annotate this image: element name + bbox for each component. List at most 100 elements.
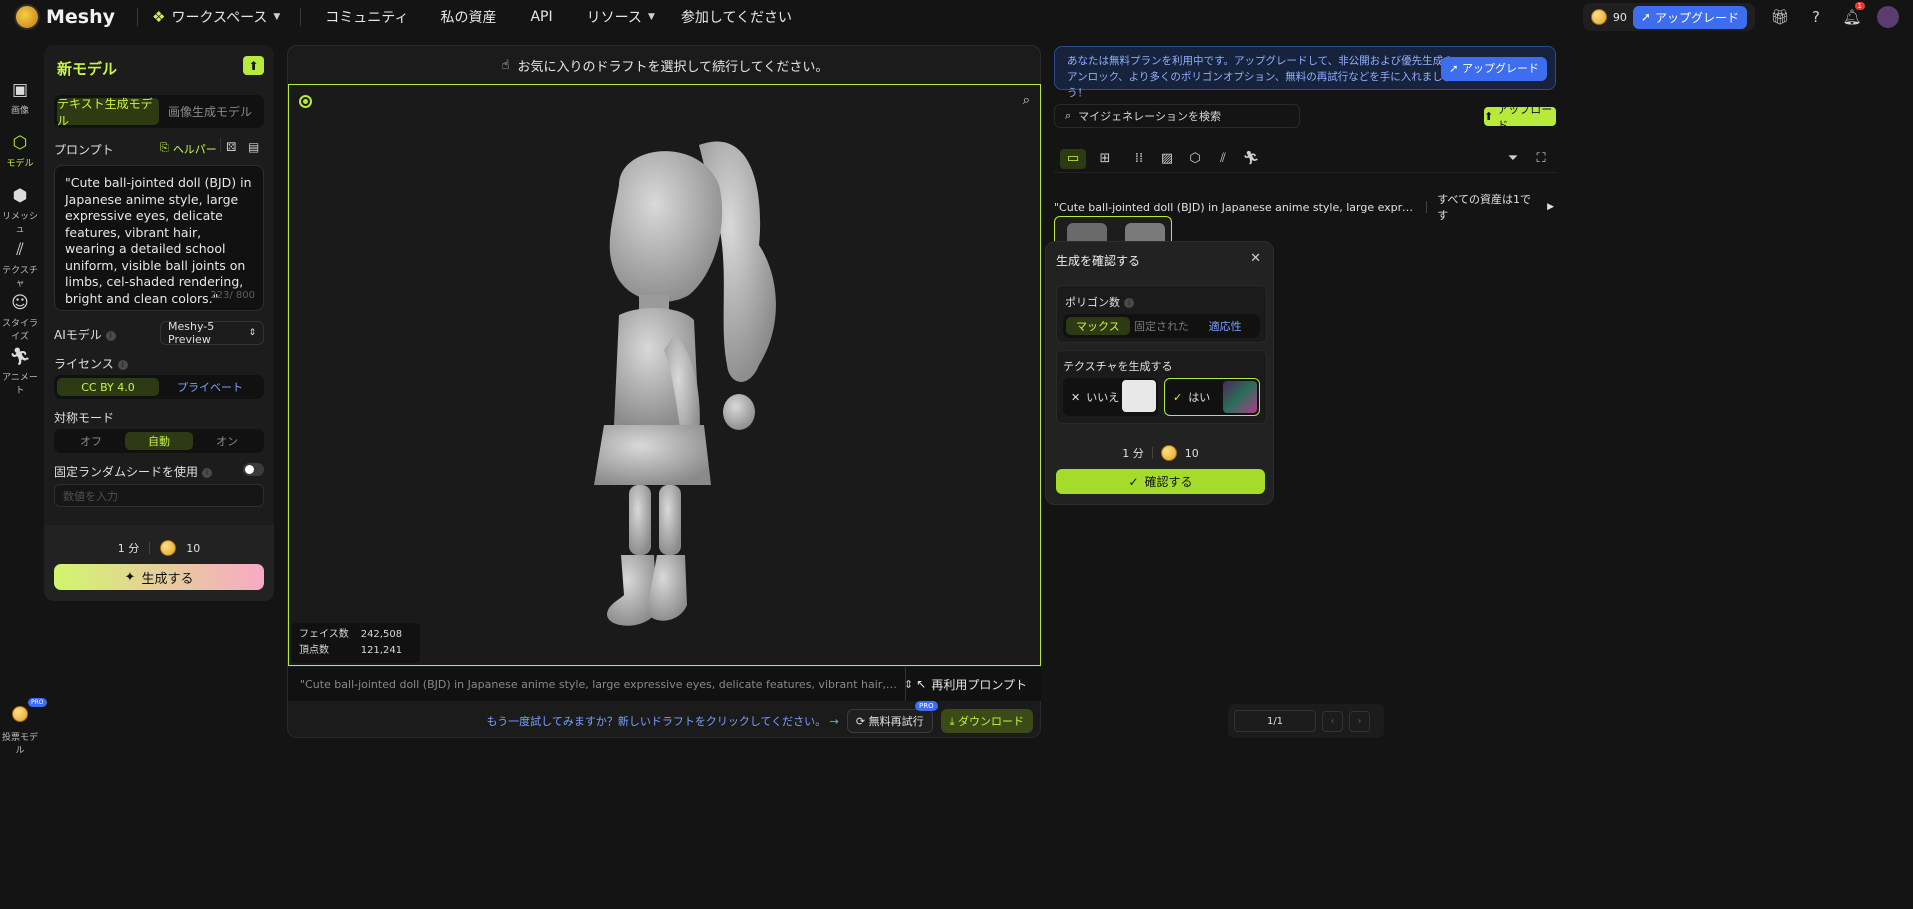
license-label: ライセンス i: [54, 355, 128, 372]
folder-icon[interactable]: ▭: [1060, 148, 1086, 169]
nav-join[interactable]: 参加してください: [681, 7, 792, 27]
pro-badge: PRO: [28, 698, 47, 707]
dots-grid-icon[interactable]: ⁞⁞: [1130, 151, 1148, 166]
rocket-icon: ➚: [1449, 62, 1459, 75]
rail-item-texture[interactable]: ⫽ テクスチャ: [0, 240, 40, 289]
filter-icon[interactable]: ⏷: [1504, 151, 1522, 166]
rail-item-image[interactable]: ▣ 画像: [0, 80, 40, 116]
ai-model-label: AIモデル i: [54, 326, 116, 343]
nav-community[interactable]: コミュニティ: [325, 7, 408, 27]
viewer-header: ☝︎ お気に入りのドラフトを選択して続行してください。: [501, 57, 829, 75]
chevron-updown-icon: ⇕: [248, 328, 256, 338]
texture-card: テクスチャを生成する ✕ いいえ ✓ はい: [1056, 350, 1267, 424]
texture-yes-option[interactable]: ✓ はい: [1164, 378, 1260, 416]
draft-select-radio[interactable]: [299, 95, 312, 108]
seed-toggle[interactable]: [243, 463, 264, 476]
texture-icon: ⫽: [16, 240, 24, 260]
rail-item-stylize[interactable]: ☺ スタイライズ: [0, 293, 40, 342]
retry-hint-link[interactable]: もう一度試してみますか？新しいドラフトをクリックしてください。 →: [487, 713, 839, 729]
running-figure-icon[interactable]: 🏃︎: [1242, 151, 1260, 166]
tab-image-to-model[interactable]: 画像生成モデル: [159, 98, 261, 125]
viewer-actions: もう一度試してみますか？新しいドラフトをクリックしてください。 → ⟳ 無料再試…: [288, 701, 1041, 738]
helper-button[interactable]: ⎘ ヘルパー: [160, 141, 217, 157]
close-icon[interactable]: ✕: [1250, 251, 1261, 266]
nav-api[interactable]: API: [530, 9, 552, 25]
poly-max-option[interactable]: マックス: [1066, 317, 1130, 335]
symmetry-label: 対称モード: [54, 411, 115, 425]
reuse-prompt-button[interactable]: ↖ 再利用プロンプト: [905, 667, 1027, 701]
seed-input[interactable]: 数値を入力: [54, 484, 264, 507]
upload-icon: ⬆: [1484, 110, 1494, 123]
next-page-icon[interactable]: ›: [1349, 710, 1370, 732]
search-icon: ⌕: [1065, 109, 1072, 122]
rail-item-model[interactable]: ⬡ モデル: [0, 133, 40, 169]
mode-tabs: テキスト生成モデル 画像生成モデル: [54, 95, 264, 128]
poly-adaptive-option[interactable]: 適応性: [1193, 317, 1257, 335]
prompt-label: プロンプト: [54, 143, 114, 157]
polygon-options: マックス 固定された 適応性: [1063, 314, 1260, 338]
zoom-icon[interactable]: ⌕: [1023, 93, 1030, 108]
nav-resources[interactable]: リソース ▼: [587, 7, 655, 27]
license-cc-option[interactable]: CC BY 4.0: [57, 378, 159, 396]
texture-label: テクスチャを生成する: [1063, 360, 1173, 373]
upgrade-button[interactable]: ➚ アップグレード: [1632, 5, 1747, 29]
upload-button[interactable]: ⬆ アップロード: [1484, 103, 1556, 132]
view-filter-bar: ▭ ⊞ ⁞⁞ ▨ ⬡ ⫽ 🏃︎ ⏷ ⛶: [1054, 145, 1556, 173]
download-icon: ⤓: [949, 715, 955, 728]
search-input[interactable]: ⌕ マイジェネレーションを検索: [1054, 104, 1300, 128]
prev-page-icon[interactable]: ‹: [1322, 710, 1343, 732]
license-private-option[interactable]: プライベート: [159, 378, 261, 396]
symmetry-auto[interactable]: 自動: [125, 432, 193, 450]
credits-pill[interactable]: 90 ➚ アップグレード: [1582, 3, 1755, 31]
rocket-icon: ➚: [1640, 10, 1651, 24]
info-icon: i: [202, 467, 213, 478]
random-icon[interactable]: ⚄: [226, 140, 236, 154]
confirm-button[interactable]: ✓ 確認する: [1056, 469, 1265, 494]
divider: [220, 138, 221, 152]
rail-item-remesh[interactable]: ⬢ リメッシュ: [0, 186, 40, 235]
texture-no-option[interactable]: ✕ いいえ: [1063, 378, 1158, 416]
tab-text-to-model[interactable]: テキスト生成モデル: [57, 97, 159, 128]
nav-divider: [300, 8, 302, 26]
page-input[interactable]: 1/1: [1234, 710, 1316, 732]
refresh-icon: ⟳: [855, 715, 866, 728]
doll-3d-model: [594, 141, 776, 626]
poly-fixed-option[interactable]: 固定された: [1130, 317, 1194, 335]
popup-title: 生成を確認する: [1056, 254, 1141, 268]
texture-icon[interactable]: ⫽: [1214, 151, 1232, 166]
generate-button[interactable]: ✦ 生成する: [54, 564, 264, 590]
banner-upgrade-button[interactable]: ➚ アップグレード: [1441, 57, 1547, 81]
prompt-preview-bar: "Cute ball-jointed doll (BJD) in Japanes…: [288, 667, 1041, 701]
left-rail: ▣ 画像 ⬡ モデル ⬢ リメッシュ ⫽ テクスチャ ☺ スタイライズ 🏃︎ アニメート 投…: [0, 34, 47, 909]
polygon-label: ポリゴン数 i: [1065, 294, 1134, 310]
book-icon[interactable]: ▤: [248, 140, 259, 154]
running-figure-icon: 🏃︎: [9, 347, 31, 367]
prompt-preview[interactable]: "Cute ball-jointed doll (BJD) in Japanes…: [300, 678, 898, 691]
prompt-textarea[interactable]: "Cute ball-jointed doll (BJD) in Japanes…: [54, 165, 264, 311]
polygon-card: ポリゴン数 i マックス 固定された 適応性: [1056, 285, 1267, 343]
image-icon[interactable]: ▨: [1158, 151, 1176, 166]
top-navbar: Meshy ❖ ワークスペース ▼ コミュニティ 私の資産 API リソース ▼…: [0, 0, 1913, 34]
rail-item-vote[interactable]: 投票モデル PRO: [0, 698, 47, 756]
symmetry-off[interactable]: オフ: [57, 432, 125, 450]
3d-viewport[interactable]: ⌕ フェイス数 242,508 頂点数 121,241: [288, 84, 1041, 666]
logo[interactable]: Meshy: [14, 4, 115, 30]
stylize-icon: ☺: [11, 293, 29, 313]
download-button[interactable]: ⤓ ダウンロード: [940, 709, 1033, 733]
rail-item-animate[interactable]: 🏃︎ アニメート: [0, 347, 40, 396]
grid-small-icon[interactable]: ⊞: [1096, 151, 1114, 166]
bell-icon[interactable]: 🔔︎ 1: [1841, 2, 1865, 28]
workspace-menu[interactable]: ❖ ワークスペース ▼: [152, 7, 280, 27]
symmetry-on[interactable]: オン: [193, 432, 261, 450]
avatar[interactable]: [1877, 6, 1899, 28]
cube-icon[interactable]: ⬡: [1186, 151, 1204, 166]
upload-icon[interactable]: ⬆: [243, 56, 264, 75]
fullscreen-icon[interactable]: ⛶: [1532, 151, 1550, 166]
help-icon[interactable]: ?: [1805, 6, 1827, 28]
nav-assets[interactable]: 私の資産: [440, 7, 496, 27]
ai-model-select[interactable]: Meshy-5 Preview ⇕: [160, 320, 264, 346]
info-icon: i: [105, 330, 116, 341]
gift-icon[interactable]: 🎁︎: [1769, 6, 1791, 28]
chevron-down-icon: ▼: [647, 12, 655, 22]
free-retry-button[interactable]: ⟳ 無料再試行 PRO: [846, 701, 938, 733]
